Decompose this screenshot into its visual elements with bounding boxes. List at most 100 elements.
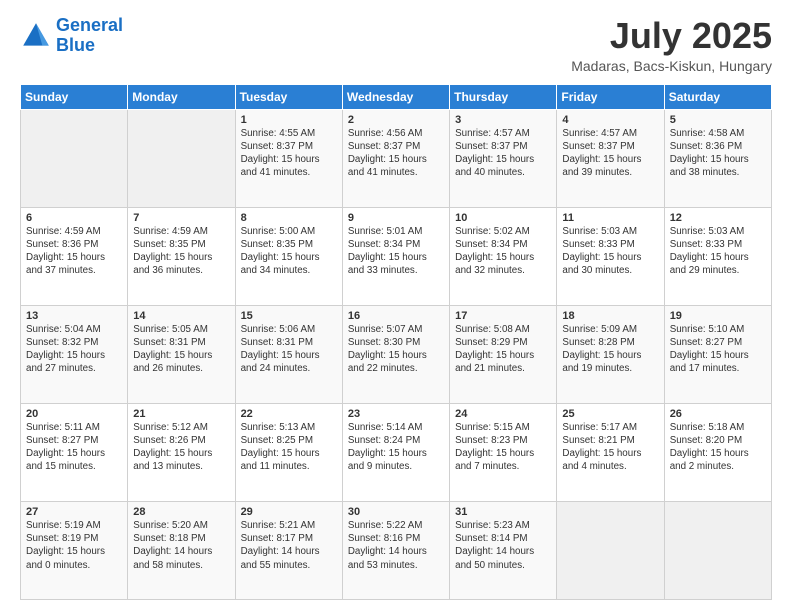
day-info: Sunrise: 5:08 AM Sunset: 8:29 PM Dayligh… <box>455 323 551 376</box>
page: General Blue July 2025 Madaras, Bacs-Kis… <box>0 0 792 612</box>
day-info: Sunrise: 5:11 AM Sunset: 8:27 PM Dayligh… <box>26 421 122 474</box>
day-number: 28 <box>133 506 229 518</box>
subtitle: Madaras, Bacs-Kiskun, Hungary <box>571 58 772 74</box>
day-number: 22 <box>241 408 337 420</box>
day-number: 16 <box>348 310 444 322</box>
day-number: 5 <box>670 114 766 126</box>
day-info: Sunrise: 5:02 AM Sunset: 8:34 PM Dayligh… <box>455 225 551 278</box>
calendar-cell: 23Sunrise: 5:14 AM Sunset: 8:24 PM Dayli… <box>342 403 449 501</box>
calendar-cell: 9Sunrise: 5:01 AM Sunset: 8:34 PM Daylig… <box>342 207 449 305</box>
day-number: 24 <box>455 408 551 420</box>
calendar-cell: 28Sunrise: 5:20 AM Sunset: 8:18 PM Dayli… <box>128 501 235 599</box>
col-friday: Friday <box>557 84 664 109</box>
day-number: 26 <box>670 408 766 420</box>
calendar-cell: 10Sunrise: 5:02 AM Sunset: 8:34 PM Dayli… <box>450 207 557 305</box>
logo-line1: General <box>56 15 123 35</box>
day-info: Sunrise: 4:57 AM Sunset: 8:37 PM Dayligh… <box>455 127 551 180</box>
calendar-cell: 24Sunrise: 5:15 AM Sunset: 8:23 PM Dayli… <box>450 403 557 501</box>
day-info: Sunrise: 5:01 AM Sunset: 8:34 PM Dayligh… <box>348 225 444 278</box>
day-number: 27 <box>26 506 122 518</box>
day-info: Sunrise: 4:57 AM Sunset: 8:37 PM Dayligh… <box>562 127 658 180</box>
day-number: 15 <box>241 310 337 322</box>
calendar-cell: 25Sunrise: 5:17 AM Sunset: 8:21 PM Dayli… <box>557 403 664 501</box>
day-info: Sunrise: 5:09 AM Sunset: 8:28 PM Dayligh… <box>562 323 658 376</box>
day-number: 18 <box>562 310 658 322</box>
calendar-cell: 29Sunrise: 5:21 AM Sunset: 8:17 PM Dayli… <box>235 501 342 599</box>
day-info: Sunrise: 5:03 AM Sunset: 8:33 PM Dayligh… <box>670 225 766 278</box>
calendar-cell: 12Sunrise: 5:03 AM Sunset: 8:33 PM Dayli… <box>664 207 771 305</box>
week-row-3: 20Sunrise: 5:11 AM Sunset: 8:27 PM Dayli… <box>21 403 772 501</box>
calendar-cell: 17Sunrise: 5:08 AM Sunset: 8:29 PM Dayli… <box>450 305 557 403</box>
day-info: Sunrise: 5:20 AM Sunset: 8:18 PM Dayligh… <box>133 519 229 572</box>
day-info: Sunrise: 5:05 AM Sunset: 8:31 PM Dayligh… <box>133 323 229 376</box>
col-sunday: Sunday <box>21 84 128 109</box>
main-title: July 2025 <box>571 16 772 56</box>
day-number: 8 <box>241 212 337 224</box>
week-row-1: 6Sunrise: 4:59 AM Sunset: 8:36 PM Daylig… <box>21 207 772 305</box>
logo-icon <box>20 20 52 52</box>
day-number: 12 <box>670 212 766 224</box>
logo: General Blue <box>20 16 123 56</box>
calendar-cell: 6Sunrise: 4:59 AM Sunset: 8:36 PM Daylig… <box>21 207 128 305</box>
calendar-cell: 15Sunrise: 5:06 AM Sunset: 8:31 PM Dayli… <box>235 305 342 403</box>
day-number: 6 <box>26 212 122 224</box>
calendar-cell: 13Sunrise: 5:04 AM Sunset: 8:32 PM Dayli… <box>21 305 128 403</box>
day-number: 9 <box>348 212 444 224</box>
calendar-body: 1Sunrise: 4:55 AM Sunset: 8:37 PM Daylig… <box>21 109 772 599</box>
calendar-cell: 2Sunrise: 4:56 AM Sunset: 8:37 PM Daylig… <box>342 109 449 207</box>
day-info: Sunrise: 4:58 AM Sunset: 8:36 PM Dayligh… <box>670 127 766 180</box>
calendar-cell: 3Sunrise: 4:57 AM Sunset: 8:37 PM Daylig… <box>450 109 557 207</box>
calendar-cell: 31Sunrise: 5:23 AM Sunset: 8:14 PM Dayli… <box>450 501 557 599</box>
day-info: Sunrise: 5:06 AM Sunset: 8:31 PM Dayligh… <box>241 323 337 376</box>
col-monday: Monday <box>128 84 235 109</box>
day-number: 17 <box>455 310 551 322</box>
col-thursday: Thursday <box>450 84 557 109</box>
day-number: 14 <box>133 310 229 322</box>
day-info: Sunrise: 5:07 AM Sunset: 8:30 PM Dayligh… <box>348 323 444 376</box>
day-number: 3 <box>455 114 551 126</box>
day-info: Sunrise: 5:18 AM Sunset: 8:20 PM Dayligh… <box>670 421 766 474</box>
day-number: 25 <box>562 408 658 420</box>
calendar-cell: 4Sunrise: 4:57 AM Sunset: 8:37 PM Daylig… <box>557 109 664 207</box>
calendar-cell: 16Sunrise: 5:07 AM Sunset: 8:30 PM Dayli… <box>342 305 449 403</box>
calendar-cell <box>664 501 771 599</box>
calendar-cell <box>128 109 235 207</box>
calendar-cell: 14Sunrise: 5:05 AM Sunset: 8:31 PM Dayli… <box>128 305 235 403</box>
calendar-cell: 18Sunrise: 5:09 AM Sunset: 8:28 PM Dayli… <box>557 305 664 403</box>
day-info: Sunrise: 5:21 AM Sunset: 8:17 PM Dayligh… <box>241 519 337 572</box>
week-row-2: 13Sunrise: 5:04 AM Sunset: 8:32 PM Dayli… <box>21 305 772 403</box>
day-info: Sunrise: 5:13 AM Sunset: 8:25 PM Dayligh… <box>241 421 337 474</box>
calendar-cell: 8Sunrise: 5:00 AM Sunset: 8:35 PM Daylig… <box>235 207 342 305</box>
calendar-header: Sunday Monday Tuesday Wednesday Thursday… <box>21 84 772 109</box>
day-number: 31 <box>455 506 551 518</box>
calendar-cell <box>21 109 128 207</box>
calendar-cell: 27Sunrise: 5:19 AM Sunset: 8:19 PM Dayli… <box>21 501 128 599</box>
day-number: 2 <box>348 114 444 126</box>
day-info: Sunrise: 5:22 AM Sunset: 8:16 PM Dayligh… <box>348 519 444 572</box>
day-info: Sunrise: 5:15 AM Sunset: 8:23 PM Dayligh… <box>455 421 551 474</box>
calendar-cell: 7Sunrise: 4:59 AM Sunset: 8:35 PM Daylig… <box>128 207 235 305</box>
day-info: Sunrise: 4:56 AM Sunset: 8:37 PM Dayligh… <box>348 127 444 180</box>
day-info: Sunrise: 5:14 AM Sunset: 8:24 PM Dayligh… <box>348 421 444 474</box>
week-row-0: 1Sunrise: 4:55 AM Sunset: 8:37 PM Daylig… <box>21 109 772 207</box>
day-number: 30 <box>348 506 444 518</box>
title-block: July 2025 Madaras, Bacs-Kiskun, Hungary <box>571 16 772 74</box>
col-saturday: Saturday <box>664 84 771 109</box>
day-info: Sunrise: 4:59 AM Sunset: 8:36 PM Dayligh… <box>26 225 122 278</box>
logo-line2: Blue <box>56 35 95 55</box>
calendar-cell: 11Sunrise: 5:03 AM Sunset: 8:33 PM Dayli… <box>557 207 664 305</box>
logo-text: General Blue <box>56 16 123 56</box>
day-number: 7 <box>133 212 229 224</box>
calendar-cell: 26Sunrise: 5:18 AM Sunset: 8:20 PM Dayli… <box>664 403 771 501</box>
header-row: Sunday Monday Tuesday Wednesday Thursday… <box>21 84 772 109</box>
calendar-table: Sunday Monday Tuesday Wednesday Thursday… <box>20 84 772 600</box>
calendar-cell: 19Sunrise: 5:10 AM Sunset: 8:27 PM Dayli… <box>664 305 771 403</box>
calendar-cell: 1Sunrise: 4:55 AM Sunset: 8:37 PM Daylig… <box>235 109 342 207</box>
day-number: 20 <box>26 408 122 420</box>
day-number: 19 <box>670 310 766 322</box>
day-info: Sunrise: 4:59 AM Sunset: 8:35 PM Dayligh… <box>133 225 229 278</box>
day-info: Sunrise: 5:19 AM Sunset: 8:19 PM Dayligh… <box>26 519 122 572</box>
calendar-cell: 22Sunrise: 5:13 AM Sunset: 8:25 PM Dayli… <box>235 403 342 501</box>
day-number: 11 <box>562 212 658 224</box>
day-info: Sunrise: 5:17 AM Sunset: 8:21 PM Dayligh… <box>562 421 658 474</box>
